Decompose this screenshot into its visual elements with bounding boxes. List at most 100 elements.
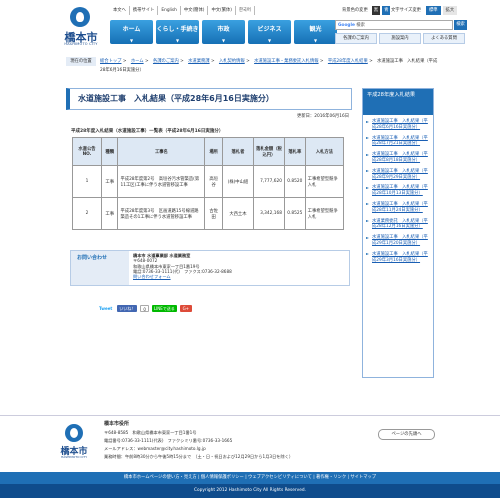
nav-city-admin-label: 市政 bbox=[217, 26, 230, 33]
chevron-down-icon: ▼ bbox=[313, 38, 318, 43]
line-share-button[interactable]: LINEで送る bbox=[151, 305, 177, 312]
korean-link[interactable]: 한국어 bbox=[236, 6, 255, 15]
crumb-home[interactable]: ホーム bbox=[131, 59, 144, 64]
google-brand: Google bbox=[338, 23, 355, 28]
crumb-water-bids[interactable]: 水道施設工事・業務委託入札情報 bbox=[254, 59, 318, 64]
back-to-top-button[interactable]: ページの先頭へ bbox=[378, 429, 435, 440]
nav-home[interactable]: ホーム ▼ bbox=[110, 20, 153, 44]
col-header: 場所 bbox=[204, 137, 223, 166]
cell-rate: 0.8525 bbox=[283, 197, 306, 230]
logo-en: HASHIMOTO CITY bbox=[64, 42, 98, 46]
contact-box: お問い合わせ 橋本市 水道事業部 水道業務室 〒648-0072 和歌山県橋本市… bbox=[70, 250, 350, 286]
dept-guide-link[interactable]: 各課のご案内 bbox=[335, 33, 377, 44]
nav-living[interactable]: くらし・手続き ▼ bbox=[156, 20, 199, 44]
sidebar-item[interactable]: 水道業務委託 入札結果（平成28年12月16日実施分） bbox=[366, 219, 432, 231]
sidebar-item[interactable]: 水道施設工事 入札結果（平成28年6月16日実施分） bbox=[366, 119, 432, 131]
facility-guide-link[interactable]: 施設案内 bbox=[379, 33, 421, 44]
sidebar-item-link[interactable]: 水道施設工事 入札結果（平成28年10月13日実施分） bbox=[372, 185, 428, 196]
bg-black-button[interactable]: 黒 bbox=[371, 6, 381, 15]
crumb-bids[interactable]: 入札契約情報 bbox=[219, 59, 245, 64]
sidebar-item-link[interactable]: 水道施設工事 入札結果（平成28年7月21日実施分） bbox=[372, 136, 428, 147]
sidebar-item-link[interactable]: 水道施設工事 入札結果（平成28年8月18日実施分） bbox=[372, 152, 428, 163]
cell-method: 工事希望型競争入札 bbox=[304, 165, 345, 198]
crumb-h28-results[interactable]: 平成28年度入札結果 bbox=[328, 59, 368, 64]
mobile-site-link[interactable]: 携帯サイト bbox=[130, 6, 159, 15]
like-count: 0 bbox=[140, 305, 149, 312]
cell-type: 工事 bbox=[100, 165, 119, 198]
sidebar-item[interactable]: 水道施設工事 入札結果（平成28年11月24日実施分） bbox=[366, 202, 432, 214]
crumb-sep: > bbox=[122, 59, 127, 64]
cell-winner: 大西土木 bbox=[221, 197, 254, 230]
sidebar-title[interactable]: 平成28年度入札結果 bbox=[363, 89, 433, 115]
breadcrumb-label: 現在の位置 bbox=[66, 57, 96, 66]
cell-winner: (株)中山組 bbox=[221, 165, 254, 198]
skip-to-content-link[interactable]: 本文へ bbox=[110, 6, 130, 15]
sidebar-item-link[interactable]: 水道業務委託 入札結果（平成28年12月16日実施分） bbox=[372, 219, 428, 230]
crumb-sep: > bbox=[180, 59, 184, 64]
footer-tel: 電話番号:0736-33-1111(代表) ファクシミリ番号:0736-33-1… bbox=[104, 438, 233, 443]
footer-address: 〒648-8585 和歌山県橋本市東家一丁目1番1号 bbox=[104, 430, 197, 435]
city-emblem-icon bbox=[70, 7, 90, 27]
sidebar-item[interactable]: 水道施設工事 入札結果（平成29年3月16日実施分） bbox=[366, 252, 432, 264]
nav-living-label: くらし・手続き bbox=[156, 26, 199, 33]
search-placeholder: 検索 bbox=[356, 23, 365, 28]
col-header: 落札者 bbox=[221, 137, 254, 166]
chinese-simplified-link[interactable]: 中文(簡体) bbox=[181, 6, 209, 15]
contact-heading: お問い合わせ bbox=[71, 251, 129, 285]
sidebar-item[interactable]: 水道施設工事 入札結果（平成28年8月18日実施分） bbox=[366, 152, 432, 164]
search-button[interactable]: 検索 bbox=[454, 20, 467, 30]
sidebar-item[interactable]: 水道施設工事 入札結果（平成29年1月20日実施分） bbox=[366, 235, 432, 247]
sidebar-item[interactable]: 水道施設工事 入札結果（平成28年10月13日実施分） bbox=[366, 185, 432, 197]
nav-business[interactable]: ビジネス ▼ bbox=[248, 20, 291, 44]
nav-business-label: ビジネス bbox=[257, 26, 282, 33]
nav-tourism[interactable]: 観光 ▼ bbox=[294, 20, 337, 44]
cell-project-name: 平成28年度第3号 区画道路15号線道路築造その1工事に伴う水道管移設工事 bbox=[117, 197, 206, 230]
cell-type: 工事 bbox=[100, 197, 119, 230]
crumb-sep: > bbox=[319, 59, 324, 64]
search-input[interactable]: Google 検索 bbox=[335, 20, 453, 30]
sidebar-item-link[interactable]: 水道施設工事 入札結果（平成29年3月16日実施分） bbox=[372, 252, 428, 263]
site-header: 橋本市 HASHIMOTO CITY 本文へ 携帯サイト English 中文(… bbox=[0, 0, 500, 55]
nav-home-label: ホーム bbox=[122, 26, 141, 33]
sidebar-item[interactable]: 水道施設工事 入札結果（平成28年7月21日実施分） bbox=[366, 136, 432, 148]
crumb-water[interactable]: 水道業務課 bbox=[188, 59, 209, 64]
footer-mail[interactable]: メールアドレス：webmaster@city.hashimoto.lg.jp bbox=[104, 445, 293, 453]
cell-amount: 7,777,620 bbox=[252, 165, 285, 198]
crumb-top[interactable]: 総合トップ bbox=[100, 59, 121, 64]
page-title: 水道施設工事 入札結果（平成28年6月16日実施分） bbox=[66, 88, 352, 110]
sidebar-item-link[interactable]: 水道施設工事 入札結果（平成28年6月16日実施分） bbox=[372, 119, 428, 130]
col-header: 工事名 bbox=[117, 137, 206, 166]
background-color-switcher: 背景色の変更 黒 青 bbox=[340, 6, 391, 15]
sidebar-item-link[interactable]: 水道施設工事 入札結果（平成29年1月20日実施分） bbox=[372, 235, 428, 246]
sidebar-item-link[interactable]: 水道施設工事 入札結果（平成28年11月24日実施分） bbox=[372, 202, 428, 213]
sidebar-item[interactable]: 水道施設工事 入札結果（平成28年9月29日実施分） bbox=[366, 169, 432, 181]
col-header: 入札方法 bbox=[304, 137, 345, 166]
nav-city-admin[interactable]: 市政 ▼ bbox=[202, 20, 245, 44]
crumb-sep: > bbox=[246, 59, 250, 64]
footer-logo[interactable]: 橋本市 HASHIMOTO CITY bbox=[56, 424, 92, 462]
google-plus-button[interactable]: G+ bbox=[179, 305, 192, 312]
font-large-button[interactable]: 拡大 bbox=[442, 6, 458, 15]
crumb-depts[interactable]: 各課のご案内 bbox=[153, 59, 179, 64]
breadcrumb-items: 総合トップ > ホーム > 各課のご案内 > 水道業務課 > 入札契約情報 > … bbox=[100, 57, 440, 75]
table-row: 2 工事 平成28年度第3号 区画道路15号線道路築造その1工事に伴う水道管移設… bbox=[72, 197, 345, 230]
facebook-like-button[interactable]: いいね！ bbox=[117, 305, 138, 312]
table-row: 1 工事 平成28年度第2号 高垣谷汚水管築造(第11工区)工事に伴う水道管移設… bbox=[72, 165, 345, 198]
results-table: 水道公告NO. 種類 工事名 場所 落札者 落札金額（税込円） 落札率 入札方法… bbox=[72, 137, 345, 230]
updated-date: 更新日：2016年06月16日 bbox=[297, 114, 349, 119]
cell-location: 古佐田 bbox=[204, 197, 223, 230]
tweet-button[interactable]: Tweet bbox=[97, 305, 115, 312]
col-header: 落札率 bbox=[283, 137, 306, 166]
cell-location: 高垣谷 bbox=[204, 165, 223, 198]
site-logo[interactable]: 橋本市 HASHIMOTO CITY bbox=[58, 7, 104, 47]
sidebar-item-link[interactable]: 水道施設工事 入札結果（平成28年9月29日実施分） bbox=[372, 169, 428, 180]
search-brand: Google 検索 bbox=[338, 22, 365, 28]
font-standard-button[interactable]: 標準 bbox=[425, 6, 441, 15]
chevron-down-icon: ▼ bbox=[175, 38, 180, 43]
table-header-row: 水道公告NO. 種類 工事名 場所 落札者 落札金額（税込円） 落札率 入札方法 bbox=[72, 137, 345, 166]
english-link[interactable]: English bbox=[158, 6, 181, 15]
chinese-traditional-link[interactable]: 中文(繁体) bbox=[208, 6, 236, 15]
contact-form-link[interactable]: 問い合わせフォーム bbox=[133, 274, 171, 279]
footer-nav[interactable]: 橋本市ホームページの使い方・見え方 | 個人情報保護ポリシー | ウェブアクセシ… bbox=[0, 472, 500, 484]
faq-link[interactable]: よくある質問 bbox=[423, 33, 465, 44]
